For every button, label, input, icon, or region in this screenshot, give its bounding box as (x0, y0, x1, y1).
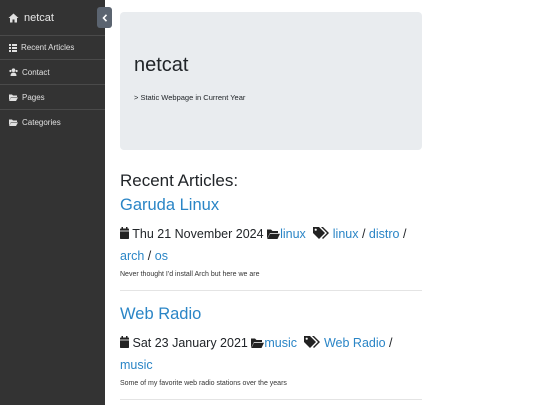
sidebar-item-recent-articles[interactable]: Recent Articles (0, 35, 105, 60)
tag-link[interactable]: music (120, 358, 153, 372)
list-item: Web Radio Sat 23 January 2021 music Web … (120, 303, 422, 400)
sidebar-brand[interactable]: netcat (0, 0, 105, 35)
section-title: Recent Articles: (120, 171, 239, 190)
list-icon (9, 43, 17, 52)
folder-open-icon (267, 229, 281, 239)
calendar-icon (120, 336, 129, 348)
jumbotron: netcat > Static Webpage in Current Year (120, 12, 422, 150)
post-meta: Sat 23 January 2021 music Web Radio / mu… (120, 336, 393, 372)
post-date: Thu 21 November 2024 (132, 227, 264, 241)
folder-open-icon (9, 94, 18, 101)
tag-link[interactable]: os (155, 249, 168, 263)
sidebar-nav: Recent Articles Contact Pages Categories (0, 35, 105, 135)
post-meta: Thu 21 November 2024 linux linux / distr… (120, 227, 407, 263)
tag-link[interactable]: Web Radio (324, 336, 386, 350)
category-link[interactable]: music (264, 336, 297, 350)
brand-label: netcat (24, 11, 54, 24)
tag-link[interactable]: distro (369, 227, 400, 241)
post-date: Sat 23 January 2021 (132, 336, 248, 350)
home-icon (8, 13, 19, 23)
post-title-link[interactable]: Garuda Linux (120, 194, 422, 216)
folder-open-icon (9, 119, 18, 126)
tag-link[interactable]: linux (333, 227, 359, 241)
sidebar-item-label: Categories (22, 118, 61, 127)
sidebar-item-label: Recent Articles (21, 43, 75, 52)
chevron-left-icon (101, 13, 108, 22)
tag-link[interactable]: arch (120, 249, 144, 263)
post-title-link[interactable]: Web Radio (120, 303, 422, 325)
sidebar-item-label: Pages (22, 92, 45, 102)
sidebar-toggle-button[interactable] (97, 7, 112, 28)
users-icon (9, 68, 18, 76)
post-summary: Some of my favorite web radio stations o… (120, 380, 287, 387)
sidebar-item-contact[interactable]: Contact (0, 60, 105, 85)
folder-open-icon (251, 338, 265, 348)
sidebar-item-pages[interactable]: Pages (0, 85, 105, 110)
sidebar: netcat Recent Articles Contact Pages Cat… (0, 0, 105, 405)
main-content: netcat > Static Webpage in Current Year … (120, 0, 422, 400)
site-title: netcat (134, 54, 189, 76)
site-subtitle: > Static Webpage in Current Year (134, 93, 246, 102)
post-summary: Never thought I'd install Arch but here … (120, 271, 260, 278)
category-link[interactable]: linux (280, 227, 306, 241)
sidebar-item-categories[interactable]: Categories (0, 110, 105, 135)
calendar-icon (120, 227, 129, 239)
list-item: Garuda Linux Thu 21 November 2024 linux … (120, 194, 422, 291)
tags-icon (313, 227, 330, 239)
sidebar-item-label: Contact (22, 67, 50, 77)
tags-icon (304, 336, 321, 348)
